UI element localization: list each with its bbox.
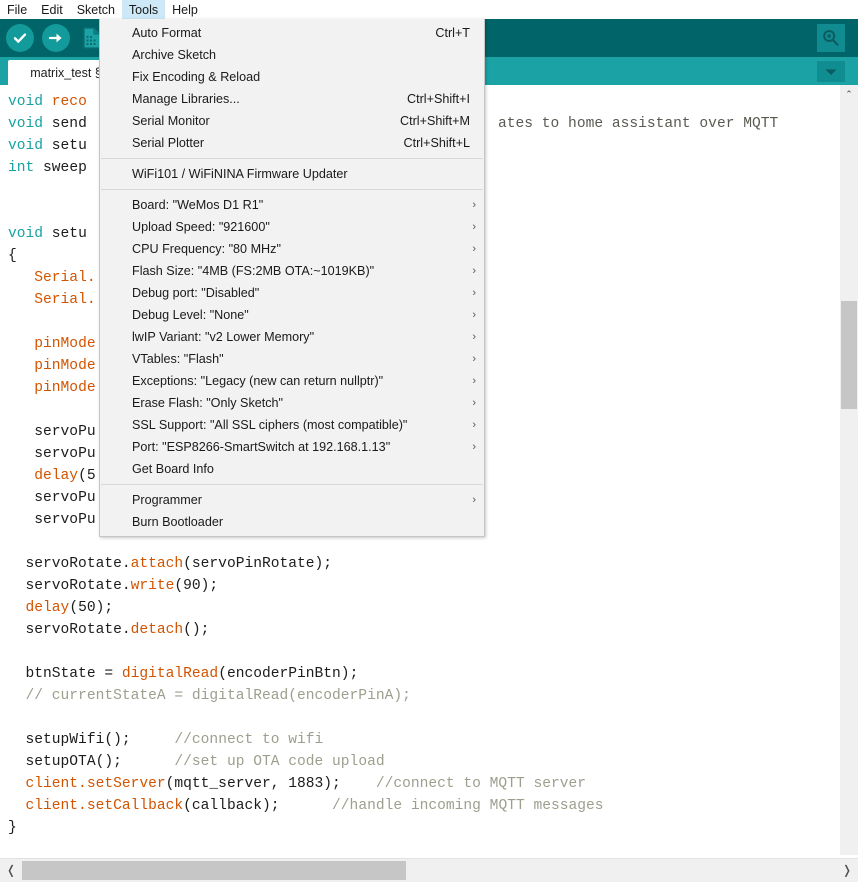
chevron-right-icon: › — [472, 352, 476, 365]
chevron-right-icon: › — [472, 374, 476, 387]
horizontal-scroll-thumb[interactable] — [22, 861, 406, 880]
editor-vertical-scrollbar[interactable]: ⌃ — [840, 85, 858, 855]
menu-item-label: Programmer — [132, 493, 202, 507]
menu-item-label: Fix Encoding & Reload — [132, 70, 261, 84]
chevron-down-icon — [825, 69, 837, 75]
menu-item-label: Port: "ESP8266-SmartSwitch at 192.168.1.… — [132, 440, 391, 454]
chevron-right-icon: › — [472, 308, 476, 321]
serial-monitor-button[interactable] — [817, 24, 845, 52]
menu-item-ssl-support-all-ssl-ciphers-most-compati[interactable]: SSL Support: "All SSL ciphers (most comp… — [100, 414, 484, 436]
menu-item-label: Get Board Info — [132, 462, 214, 476]
verify-icon — [6, 24, 34, 52]
menu-item-label: CPU Frequency: "80 MHz" — [132, 242, 281, 256]
menu-item-label: lwIP Variant: "v2 Lower Memory" — [132, 330, 315, 344]
menu-item-label: VTables: "Flash" — [132, 352, 224, 366]
menu-item-label: Manage Libraries... — [132, 92, 240, 106]
arduino-ide-window: File Edit Sketch Tools Help matrix_test … — [0, 0, 858, 882]
editor-horizontal-scrollbar[interactable]: ❬ ❭ — [0, 858, 858, 882]
menu-item-get-board-info[interactable]: Get Board Info — [100, 458, 484, 480]
chevron-right-icon: › — [472, 264, 476, 277]
menu-item-label: Auto Format — [132, 26, 202, 40]
menu-item-label: Archive Sketch — [132, 48, 216, 62]
menubar-item-sketch[interactable]: Sketch — [70, 0, 122, 19]
menu-item-programmer[interactable]: Programmer › — [100, 489, 484, 511]
menu-item-label: Board: "WeMos D1 R1" — [132, 198, 264, 212]
verify-button[interactable] — [4, 22, 36, 54]
chevron-right-icon: › — [472, 198, 476, 211]
menu-item-label: Serial Monitor — [132, 114, 210, 128]
chevron-right-icon: › — [472, 396, 476, 409]
menu-item-auto-format[interactable]: Auto Format Ctrl+T — [100, 22, 484, 44]
chevron-right-icon: › — [472, 220, 476, 233]
menu-item-shortcut: Ctrl+Shift+M — [400, 114, 470, 128]
menu-item-port-esp8266-smartswitch-at-192-168-1-13[interactable]: Port: "ESP8266-SmartSwitch at 192.168.1.… — [100, 436, 484, 458]
menu-item-archive-sketch[interactable]: Archive Sketch — [100, 44, 484, 66]
menu-item-board-wemos-d1-r1[interactable]: Board: "WeMos D1 R1" › — [100, 194, 484, 216]
menu-item-shortcut: Ctrl+T — [435, 26, 470, 40]
menu-item-wifi101-wifinina-firmware-updater[interactable]: WiFi101 / WiFiNINA Firmware Updater — [100, 163, 484, 185]
menu-item-label: Debug port: "Disabled" — [132, 286, 260, 300]
menu-item-vtables-flash[interactable]: VTables: "Flash" › — [100, 348, 484, 370]
serial-monitor-icon — [823, 30, 839, 46]
scroll-left-arrow-icon[interactable]: ❬ — [2, 859, 20, 881]
menu-item-exceptions-legacy-new-can-return-nullptr[interactable]: Exceptions: "Legacy (new can return null… — [100, 370, 484, 392]
chevron-right-icon: › — [472, 242, 476, 255]
chevron-right-icon: › — [472, 493, 476, 506]
menu-item-serial-monitor[interactable]: Serial Monitor Ctrl+Shift+M — [100, 110, 484, 132]
menubar-item-help[interactable]: Help — [165, 0, 205, 19]
menu-bar: File Edit Sketch Tools Help — [0, 0, 858, 19]
menu-item-lwip-variant-v2-lower-memory[interactable]: lwIP Variant: "v2 Lower Memory" › — [100, 326, 484, 348]
menu-item-manage-libraries[interactable]: Manage Libraries... Ctrl+Shift+I — [100, 88, 484, 110]
menu-item-label: SSL Support: "All SSL ciphers (most comp… — [132, 418, 408, 432]
menu-item-label: Serial Plotter — [132, 136, 205, 150]
menu-separator — [101, 158, 483, 159]
tab-menu-button[interactable] — [817, 61, 845, 82]
menu-item-fix-encoding-reload[interactable]: Fix Encoding & Reload — [100, 66, 484, 88]
chevron-right-icon: › — [472, 286, 476, 299]
menubar-item-file[interactable]: File — [0, 0, 34, 19]
scroll-right-arrow-icon[interactable]: ❭ — [838, 859, 856, 881]
menu-item-label: Flash Size: "4MB (FS:2MB OTA:~1019KB)" — [132, 264, 375, 278]
menu-item-label: Upload Speed: "921600" — [132, 220, 270, 234]
menubar-item-tools[interactable]: Tools — [121, 0, 166, 19]
menu-item-label: Debug Level: "None" — [132, 308, 249, 322]
menubar-item-edit[interactable]: Edit — [34, 0, 70, 19]
menu-item-label: Exceptions: "Legacy (new can return null… — [132, 374, 384, 388]
menu-item-burn-bootloader[interactable]: Burn Bootloader — [100, 511, 484, 533]
menu-item-shortcut: Ctrl+Shift+I — [407, 92, 470, 106]
menu-item-debug-port-disabled[interactable]: Debug port: "Disabled" › — [100, 282, 484, 304]
menu-item-flash-size-4mb-fs-2mb-ota-1019kb[interactable]: Flash Size: "4MB (FS:2MB OTA:~1019KB)" › — [100, 260, 484, 282]
menu-item-label: WiFi101 / WiFiNINA Firmware Updater — [132, 167, 348, 181]
menu-item-label: Burn Bootloader — [132, 515, 224, 529]
tools-dropdown-menu: Auto Format Ctrl+T Archive Sketch Fix Encod… — [99, 19, 485, 537]
menu-separator — [101, 484, 483, 485]
scroll-up-arrow-icon[interactable]: ⌃ — [840, 85, 858, 103]
upload-arrow-icon — [42, 24, 70, 52]
upload-button[interactable] — [40, 22, 72, 54]
menu-item-upload-speed-921600[interactable]: Upload Speed: "921600" › — [100, 216, 484, 238]
chevron-right-icon: › — [472, 440, 476, 453]
menu-item-erase-flash-only-sketch[interactable]: Erase Flash: "Only Sketch" › — [100, 392, 484, 414]
menu-separator — [101, 189, 483, 190]
menu-item-label: Erase Flash: "Only Sketch" — [132, 396, 284, 410]
chevron-right-icon: › — [472, 330, 476, 343]
menu-item-cpu-frequency-80-mhz[interactable]: CPU Frequency: "80 MHz" › — [100, 238, 484, 260]
vertical-scroll-thumb[interactable] — [841, 301, 857, 409]
chevron-right-icon: › — [472, 418, 476, 431]
menu-item-serial-plotter[interactable]: Serial Plotter Ctrl+Shift+L — [100, 132, 484, 154]
menu-item-debug-level-none[interactable]: Debug Level: "None" › — [100, 304, 484, 326]
code-comment-fragment: ates to home assistant over MQTT — [498, 116, 779, 132]
menu-item-shortcut: Ctrl+Shift+L — [403, 136, 471, 150]
